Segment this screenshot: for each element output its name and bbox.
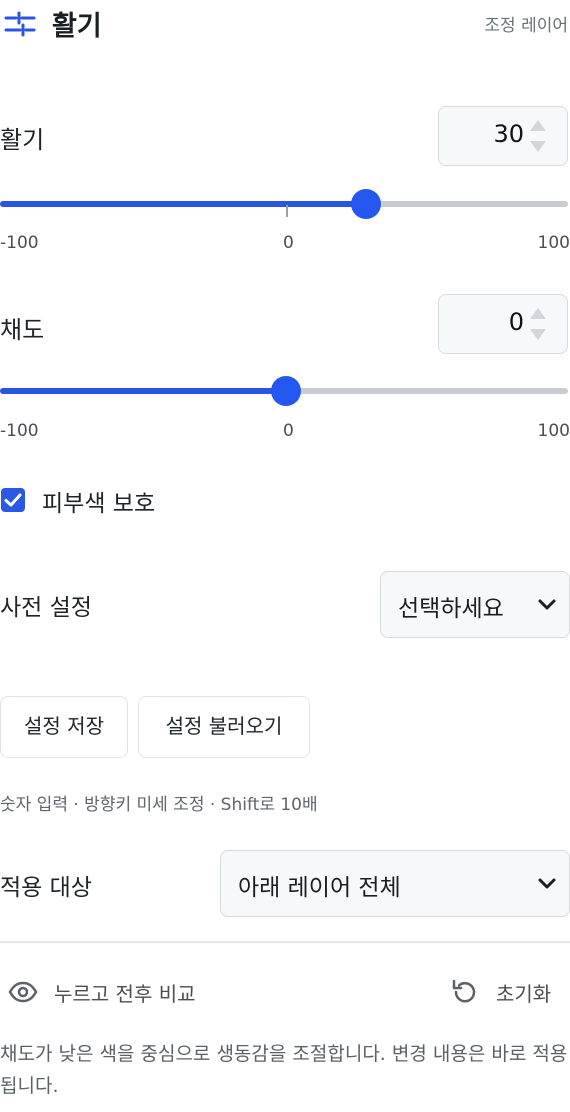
panel-subtitle: 조정 레이어	[484, 16, 568, 36]
chevron-down-icon	[538, 599, 556, 610]
compare-button[interactable]: 누르고 전후 비교	[8, 975, 238, 1009]
vibrance-slider[interactable]	[0, 189, 570, 221]
saturation-stepper[interactable]	[528, 304, 548, 344]
preset-selected-value: 선택하세요	[398, 596, 504, 622]
skin-protect-checkbox[interactable]	[1, 488, 25, 512]
saturation-max-label: 100	[537, 421, 570, 441]
vibrance-stepper[interactable]	[528, 116, 548, 156]
apply-to-select[interactable]: 아래 레이어 전체	[220, 850, 570, 917]
saturation-slider-thumb[interactable]	[271, 376, 301, 406]
reset-icon	[452, 979, 476, 1003]
skin-protect-label: 피부색 보호	[42, 491, 156, 517]
check-icon	[4, 493, 22, 507]
compare-label: 누르고 전후 비교	[54, 982, 196, 1006]
vibrance-input[interactable]: 30	[438, 106, 568, 166]
saturation-min-label: -100	[0, 421, 39, 441]
vibrance-max-label: 100	[537, 233, 570, 253]
eye-icon	[8, 981, 38, 1003]
saturation-slider-fill	[0, 388, 286, 394]
saturation-label: 채도	[0, 316, 45, 344]
vibrance-min-label: -100	[0, 233, 39, 253]
sliders-icon	[4, 8, 36, 40]
keyboard-hint: 숫자 입력 · 방향키 미세 조정 · Shift로 10배	[0, 795, 318, 815]
vibrance-mid-label: 0	[283, 233, 294, 253]
apply-to-label: 적용 대상	[0, 875, 92, 901]
saturation-mid-label: 0	[283, 421, 294, 441]
apply-to-selected-value: 아래 레이어 전체	[238, 875, 401, 901]
load-settings-button[interactable]: 설정 불러오기	[138, 696, 310, 758]
preset-label: 사전 설정	[0, 595, 92, 621]
saturation-slider[interactable]	[0, 376, 570, 408]
page-title: 활기	[52, 11, 102, 42]
vibrance-value: 30	[493, 120, 524, 148]
vibrance-slider-fill	[0, 201, 366, 207]
vibrance-slider-thumb[interactable]	[351, 189, 381, 219]
saturation-value: 0	[508, 308, 524, 336]
section-divider	[0, 941, 570, 943]
preset-select[interactable]: 선택하세요	[380, 571, 570, 638]
description-text: 채도가 낮은 색을 중심으로 생동감을 조절합니다. 변경 내용은 바로 적용됩…	[0, 1043, 568, 1097]
saturation-input[interactable]: 0	[438, 294, 568, 354]
reset-button[interactable]: 초기화	[450, 975, 568, 1009]
chevron-down-icon	[538, 878, 556, 889]
save-settings-button[interactable]: 설정 저장	[0, 696, 128, 758]
vibrance-center-tick	[286, 205, 288, 217]
reset-label: 초기화	[496, 982, 552, 1006]
vibrance-label: 활기	[0, 126, 45, 154]
